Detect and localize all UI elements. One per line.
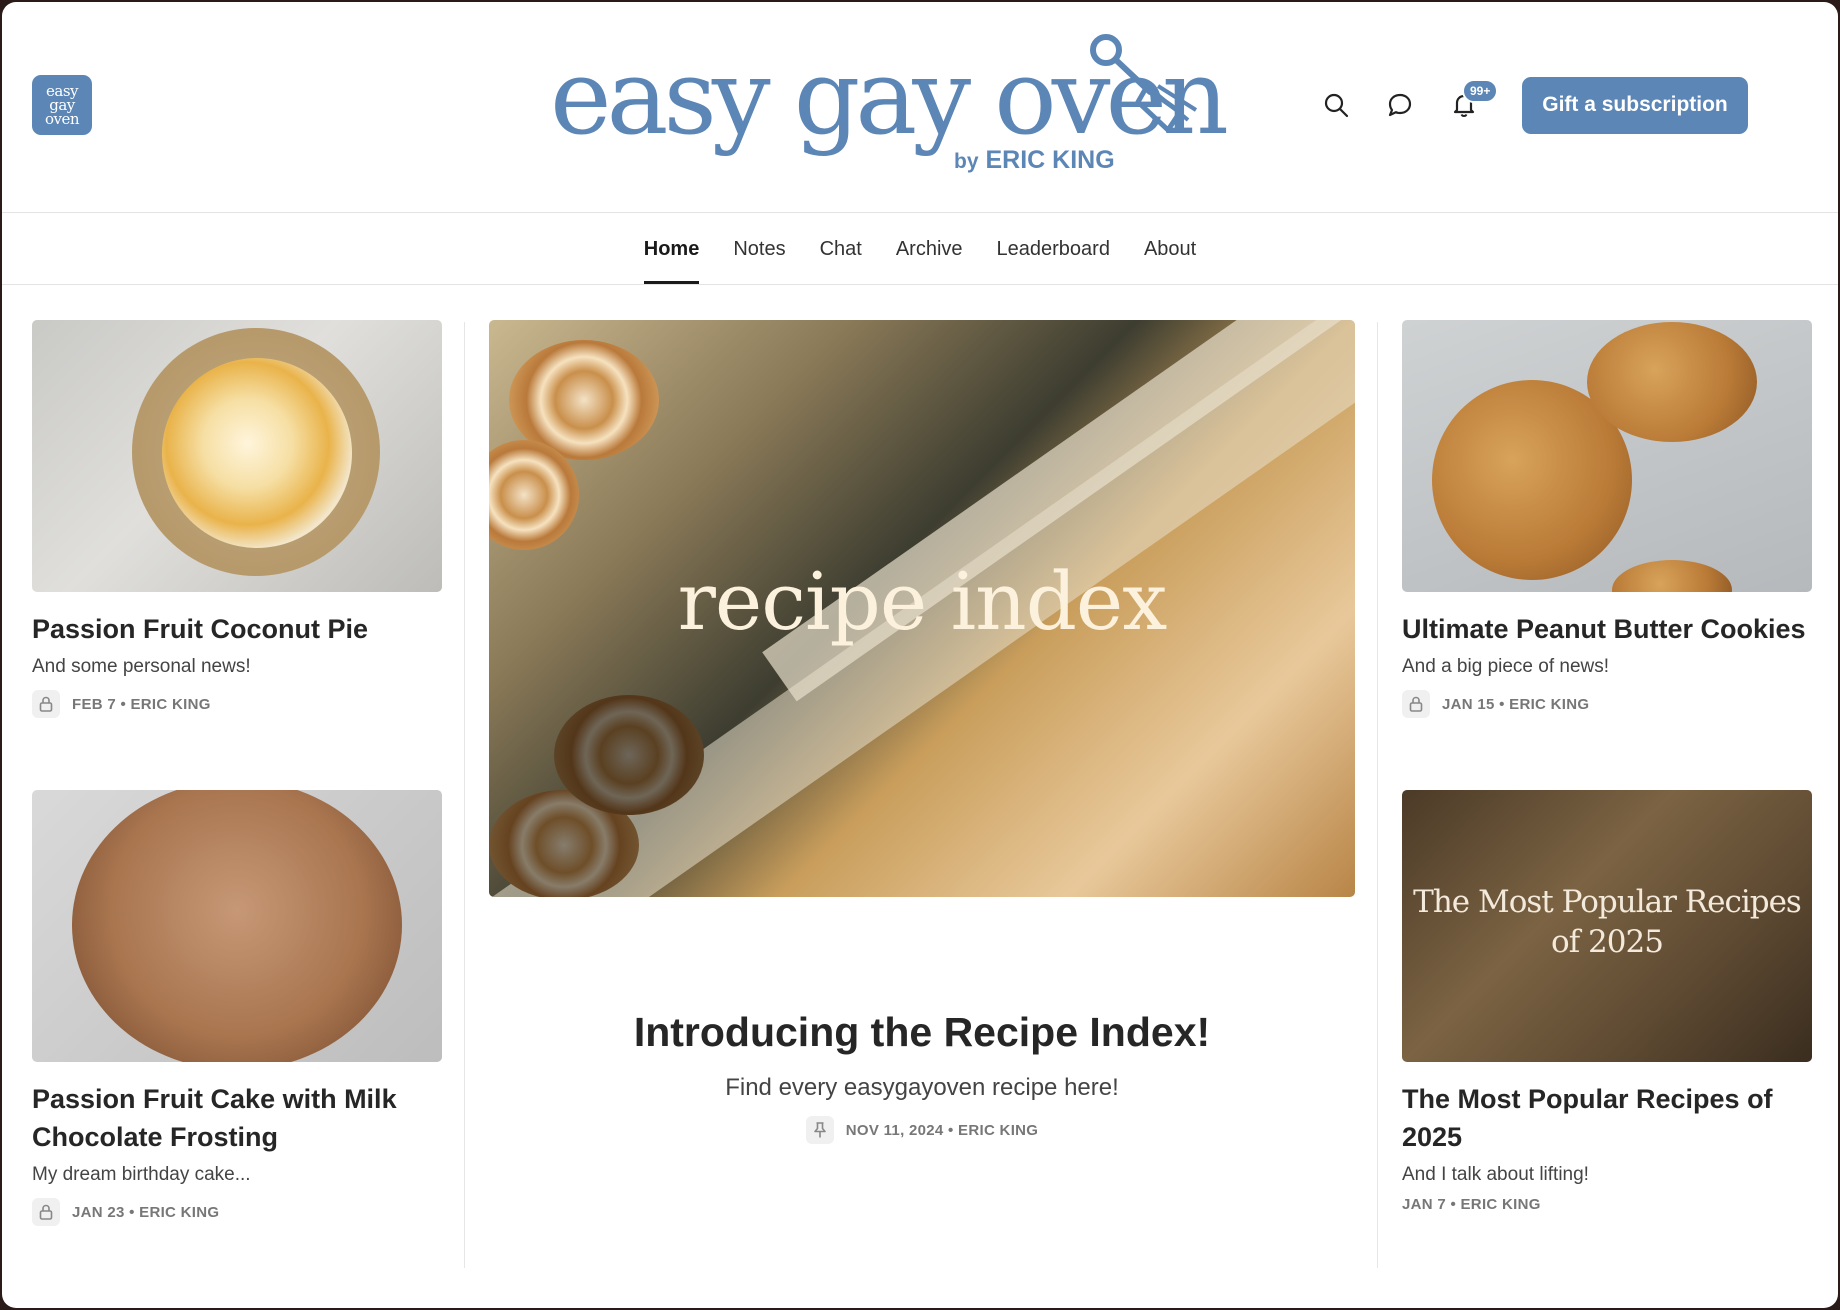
nav-about[interactable]: About	[1127, 214, 1213, 284]
post-meta: FEB 7 • ERIC KING	[32, 690, 442, 718]
lock-icon	[1402, 690, 1430, 718]
thumbnail-text: The Most Popular Recipes of 2025	[1402, 882, 1812, 962]
post-meta-text: JAN 15 • ERIC KING	[1442, 695, 1590, 713]
main-nav: Home Notes Chat Archive Leaderboard Abou…	[2, 214, 1838, 285]
logo-line-3: oven	[44, 110, 80, 128]
pin-icon	[805, 1116, 834, 1144]
featured-post-image[interactable]: recipe index	[489, 320, 1355, 897]
lock-icon	[32, 690, 60, 718]
notifications-button[interactable]: 99+	[1444, 79, 1499, 125]
browser-page: easy gay oven easy gay oven by ERIC KING	[2, 2, 1838, 1308]
lock-icon	[32, 1198, 60, 1226]
hero-roll	[554, 695, 704, 815]
post-title[interactable]: Ultimate Peanut Butter Cookies	[1402, 610, 1812, 648]
search-icon	[1324, 93, 1349, 118]
search-button[interactable]	[1316, 85, 1356, 125]
post-title[interactable]: Passion Fruit Coconut Pie	[32, 610, 442, 648]
nav-leaderboard[interactable]: Leaderboard	[980, 214, 1127, 284]
post-meta-text: NOV 11, 2024 • ERIC KING	[845, 1121, 1039, 1139]
byline-by: by	[954, 150, 979, 173]
pie-image-fill	[162, 358, 352, 548]
post-meta-text: JAN 7 • ERIC KING	[1402, 1196, 1541, 1213]
post-thumbnail[interactable]	[32, 790, 442, 1062]
publication-logo[interactable]: easy gay oven	[32, 75, 92, 135]
cookie-image	[1587, 322, 1757, 442]
byline-name: ERIC KING	[985, 146, 1115, 174]
nav-home[interactable]: Home	[627, 214, 717, 284]
cake-image	[72, 790, 402, 1062]
header-actions: 99+ Gift a subscription	[1316, 76, 1748, 134]
hero-image-text: recipe index	[677, 555, 1168, 648]
post-card[interactable]: The Most Popular Recipes of 2025 The Mos…	[1402, 790, 1812, 1213]
post-subtitle: And I talk about lifting!	[1402, 1164, 1589, 1185]
featured-post-subtitle: Find every easygayoven recipe here!	[725, 1074, 1119, 1101]
whisk-icon	[1090, 34, 1198, 133]
post-thumbnail[interactable]	[1402, 320, 1812, 592]
nav-notes[interactable]: Notes	[716, 214, 802, 284]
post-card[interactable]: Passion Fruit Coconut Pie And some perso…	[32, 320, 442, 718]
masthead-byline: by ERIC KING	[954, 146, 1115, 175]
nav-chat[interactable]: Chat	[803, 214, 879, 284]
post-subtitle: And a big piece of news!	[1402, 656, 1610, 677]
chat-icon	[1388, 93, 1412, 117]
featured-post-title[interactable]: Introducing the Recipe Index!	[489, 1009, 1355, 1056]
masthead-wordmark[interactable]: easy gay oven by ERIC KING	[550, 30, 1230, 190]
post-thumbnail[interactable]: The Most Popular Recipes of 2025	[1402, 790, 1812, 1062]
nav-archive[interactable]: Archive	[879, 214, 980, 284]
post-meta-text: FEB 7 • ERIC KING	[72, 695, 211, 713]
post-meta: NOV 11, 2024 • ERIC KING	[489, 1116, 1355, 1144]
gift-subscription-button[interactable]: Gift a subscription	[1522, 76, 1748, 134]
post-card[interactable]: Ultimate Peanut Butter Cookies And a big…	[1402, 320, 1812, 718]
featured-post-text: Introducing the Recipe Index! Find every…	[489, 1009, 1355, 1144]
post-meta: JAN 23 • ERIC KING	[32, 1198, 442, 1226]
post-subtitle: My dream birthday cake...	[32, 1164, 251, 1185]
post-card[interactable]: Passion Fruit Cake with Milk Chocolate F…	[32, 790, 442, 1226]
notification-badge: 99+	[1462, 79, 1499, 103]
post-meta: JAN 7 • ERIC KING	[1402, 1196, 1812, 1213]
thumbnail-text-line-2: of 2025	[1551, 924, 1664, 960]
thumbnail-text-line-1: The Most Popular Recipes	[1413, 884, 1802, 920]
column-divider	[1377, 322, 1378, 1268]
post-thumbnail[interactable]	[32, 320, 442, 592]
post-meta: JAN 15 • ERIC KING	[1402, 690, 1812, 718]
column-divider	[464, 322, 465, 1268]
cookie-image	[1612, 560, 1732, 592]
post-meta-text: JAN 23 • ERIC KING	[72, 1203, 220, 1221]
post-subtitle: And some personal news!	[32, 656, 251, 677]
post-title[interactable]: Passion Fruit Cake with Milk Chocolate F…	[32, 1080, 442, 1156]
chat-button[interactable]	[1380, 85, 1420, 125]
site-header: easy gay oven easy gay oven by ERIC KING	[2, 2, 1838, 213]
post-title[interactable]: The Most Popular Recipes of 2025	[1402, 1080, 1812, 1156]
